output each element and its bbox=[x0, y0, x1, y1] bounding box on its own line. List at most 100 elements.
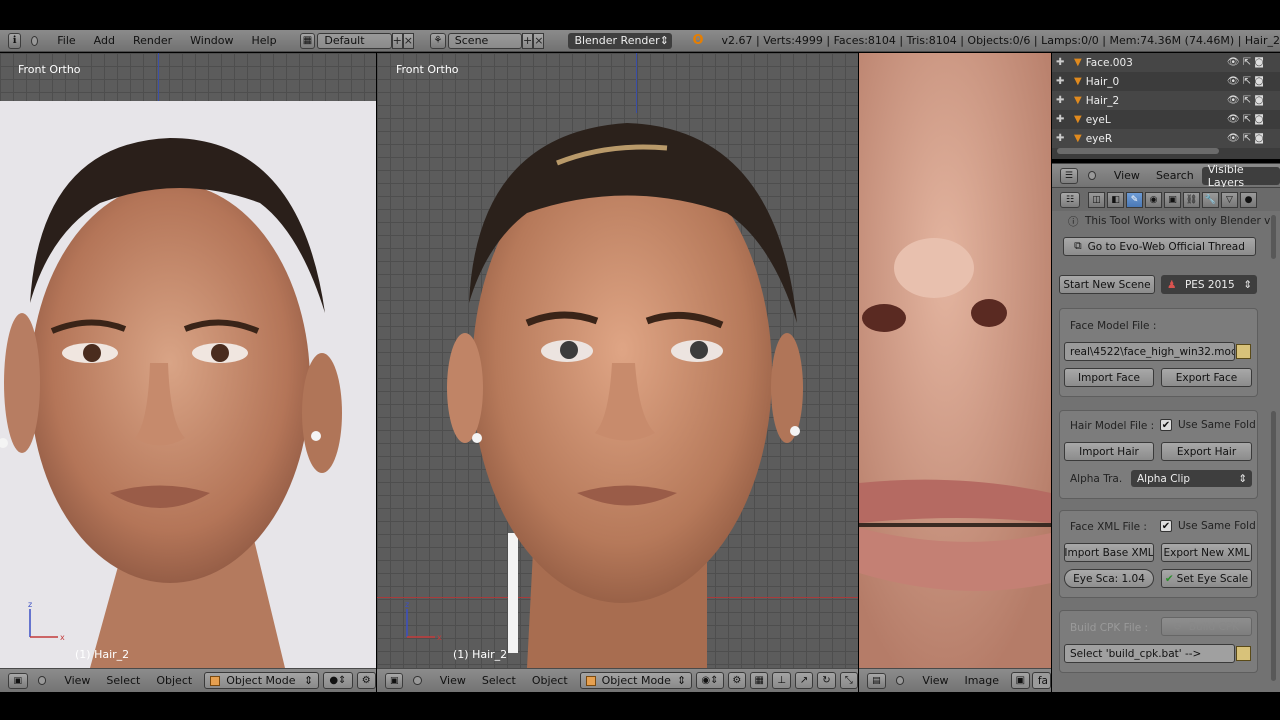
export-new-xml-button[interactable]: Export New XML bbox=[1161, 543, 1252, 562]
add-layout-button[interactable]: + bbox=[391, 32, 403, 49]
use-same-folder-checkbox[interactable]: ✔ Use Same Fold bbox=[1160, 520, 1256, 532]
menu-search[interactable]: Search bbox=[1148, 169, 1202, 182]
import-hair-button[interactable]: Import Hair bbox=[1064, 442, 1154, 461]
constraints-tab-icon[interactable]: ⛓ bbox=[1183, 191, 1200, 208]
start-new-scene-button[interactable]: Start New Scene bbox=[1059, 275, 1155, 294]
outliner-item[interactable]: ✚ ▼ Hair_2 👁 ⇱ ◙ bbox=[1052, 91, 1280, 110]
menu-view[interactable]: View bbox=[56, 674, 98, 687]
editor-type-info-icon[interactable]: ℹ bbox=[8, 32, 22, 49]
visibility-icons[interactable]: 👁 ⇱ ◙ bbox=[1227, 114, 1280, 125]
editor-type-image-icon[interactable]: ▤ bbox=[867, 672, 886, 689]
info-text: This Tool Works with only Blender v bbox=[1085, 215, 1271, 227]
remove-scene-button[interactable]: × bbox=[533, 32, 545, 49]
editor-type-properties-icon[interactable]: ☷ bbox=[1060, 191, 1080, 208]
scene-tab-icon[interactable]: ◧ bbox=[1107, 191, 1124, 208]
outliner-item[interactable]: ✚ ▼ Face.003 👁 ⇱ ◙ bbox=[1052, 53, 1280, 72]
eye-scale-field[interactable]: Eye Sca: 1.04 bbox=[1064, 569, 1154, 588]
game-version-select[interactable]: ♟ PES 2015 ⇕ bbox=[1161, 275, 1257, 294]
expand-icon[interactable]: ✚ bbox=[1056, 95, 1066, 106]
visibility-icons[interactable]: 👁 ⇱ ◙ bbox=[1227, 133, 1280, 144]
modifiers-tab-icon[interactable]: 🔧 bbox=[1202, 191, 1219, 208]
expand-icon[interactable]: ✚ bbox=[1056, 76, 1066, 87]
scene-field[interactable]: Scene bbox=[447, 32, 522, 49]
add-scene-button[interactable]: + bbox=[522, 32, 534, 49]
import-base-xml-button[interactable]: Import Base XML bbox=[1064, 543, 1154, 562]
editor-type-3d-icon[interactable]: ▣ bbox=[385, 672, 404, 689]
render-tab-icon[interactable]: ◫ bbox=[1088, 191, 1105, 208]
folder-icon[interactable] bbox=[1236, 646, 1251, 661]
outliner-item[interactable]: ✚ ▼ eyeL 👁 ⇱ ◙ bbox=[1052, 110, 1280, 129]
outliner-scrollbar[interactable] bbox=[1057, 148, 1219, 154]
viewport-header-2: ▣ View Select Object Object Mode ⇕ ◉⇕ ⚙ ▦… bbox=[377, 668, 858, 692]
menu-view[interactable]: View bbox=[914, 674, 956, 687]
menu-select[interactable]: Select bbox=[474, 674, 524, 687]
menu-collapse-icon[interactable] bbox=[37, 676, 47, 685]
menu-select[interactable]: Select bbox=[98, 674, 148, 687]
manipulator-icon[interactable]: ⊥ bbox=[772, 672, 791, 689]
evo-web-thread-button[interactable]: ⧉ Go to Evo-Web Official Thread bbox=[1063, 237, 1256, 256]
viewport-reference[interactable]: Front Ortho zx (1) Hair_2 bbox=[0, 53, 376, 668]
image-name-field[interactable]: fa bbox=[1031, 672, 1051, 689]
object-mode-select[interactable]: Object Mode ⇕ bbox=[579, 672, 693, 689]
display-filter-select[interactable]: Visible Layers bbox=[1201, 163, 1280, 189]
shading-select-icon[interactable]: ●⇕ bbox=[323, 672, 353, 689]
face-model-path-field[interactable]: real\4522\face_high_win32.model bbox=[1064, 342, 1235, 361]
outliner-item[interactable]: ✚ ▼ Hair_0 👁 ⇱ ◙ bbox=[1052, 72, 1280, 91]
expand-icon[interactable]: ✚ bbox=[1056, 133, 1066, 144]
viewport-3d-model[interactable]: Front Ortho zx (1) Hair_2 bbox=[377, 53, 858, 668]
menu-file[interactable]: File bbox=[48, 34, 84, 47]
properties-scrollbar-top[interactable] bbox=[1271, 215, 1276, 259]
menu-collapse-icon[interactable] bbox=[895, 676, 905, 685]
menu-collapse-icon[interactable] bbox=[1087, 171, 1096, 180]
use-same-folder-checkbox[interactable]: ✔ Use Same Fold bbox=[1160, 419, 1256, 431]
scale-icon[interactable]: ⤡ bbox=[839, 672, 858, 689]
expand-icon[interactable]: ✚ bbox=[1056, 114, 1066, 125]
tool-tab-icon[interactable]: ✎ bbox=[1126, 191, 1143, 208]
editor-type-outliner-icon[interactable]: ☰ bbox=[1060, 167, 1078, 184]
expand-icon[interactable]: ✚ bbox=[1056, 57, 1066, 68]
menu-image[interactable]: Image bbox=[957, 674, 1007, 687]
object-tab-icon[interactable]: ▣ bbox=[1164, 191, 1181, 208]
menu-window[interactable]: Window bbox=[181, 34, 242, 47]
image-editor-texture[interactable] bbox=[859, 53, 1051, 668]
layout-field[interactable]: Default bbox=[317, 32, 392, 49]
translate-icon[interactable]: ↗ bbox=[794, 672, 814, 689]
editor-type-3d-icon[interactable]: ▣ bbox=[8, 672, 28, 689]
menu-view[interactable]: View bbox=[1106, 169, 1148, 182]
menu-object[interactable]: Object bbox=[148, 674, 200, 687]
outliner-item[interactable]: ✚ ▼ eyeR 👁 ⇱ ◙ bbox=[1052, 129, 1280, 148]
build-cpk-button[interactable]: ⟳ Build CPK bbox=[1161, 617, 1252, 636]
material-tab-icon[interactable]: ● bbox=[1240, 191, 1257, 208]
pivot-icon[interactable]: ⚙ bbox=[727, 672, 747, 689]
export-face-button[interactable]: Export Face bbox=[1161, 368, 1252, 387]
set-eye-scale-button[interactable]: ✔ Set Eye Scale bbox=[1161, 569, 1252, 588]
grid-snap-icon[interactable]: ▦ bbox=[750, 672, 769, 689]
menu-add[interactable]: Add bbox=[85, 34, 124, 47]
menu-help[interactable]: Help bbox=[243, 34, 286, 47]
pivot-icon[interactable]: ⚙ bbox=[356, 672, 376, 689]
screen-layout-icon[interactable]: ▦ bbox=[299, 32, 316, 49]
rotate-icon[interactable]: ↻ bbox=[817, 672, 836, 689]
import-face-button[interactable]: Import Face bbox=[1064, 368, 1154, 387]
remove-layout-button[interactable]: × bbox=[402, 32, 415, 49]
data-tab-icon[interactable]: ▽ bbox=[1221, 191, 1238, 208]
image-browse-icon[interactable]: ▣ bbox=[1010, 672, 1030, 689]
menu-view[interactable]: View bbox=[432, 674, 474, 687]
menu-object[interactable]: Object bbox=[524, 674, 576, 687]
properties-scrollbar[interactable] bbox=[1271, 411, 1276, 681]
shading-select-icon[interactable]: ◉⇕ bbox=[696, 672, 724, 689]
render-engine-select[interactable]: Blender Render ⇕ bbox=[568, 32, 673, 49]
object-mode-select[interactable]: Object Mode ⇕ bbox=[204, 672, 320, 689]
folder-icon[interactable] bbox=[1236, 344, 1251, 359]
menu-collapse-icon[interactable] bbox=[413, 676, 422, 685]
export-hair-button[interactable]: Export Hair bbox=[1161, 442, 1252, 461]
visibility-icons[interactable]: 👁 ⇱ ◙ bbox=[1227, 76, 1280, 87]
scene-icon[interactable]: ⚘ bbox=[430, 32, 446, 49]
world-tab-icon[interactable]: ◉ bbox=[1145, 191, 1162, 208]
build-cpk-bat-field[interactable]: Select 'build_cpk.bat' --> bbox=[1064, 644, 1235, 663]
menu-collapse-icon[interactable] bbox=[31, 35, 39, 46]
alpha-mode-select[interactable]: Alpha Clip ⇕ bbox=[1131, 470, 1252, 487]
visibility-icons[interactable]: 👁 ⇱ ◙ bbox=[1227, 95, 1280, 106]
visibility-icons[interactable]: 👁 ⇱ ◙ bbox=[1227, 57, 1280, 68]
menu-render[interactable]: Render bbox=[124, 34, 181, 47]
